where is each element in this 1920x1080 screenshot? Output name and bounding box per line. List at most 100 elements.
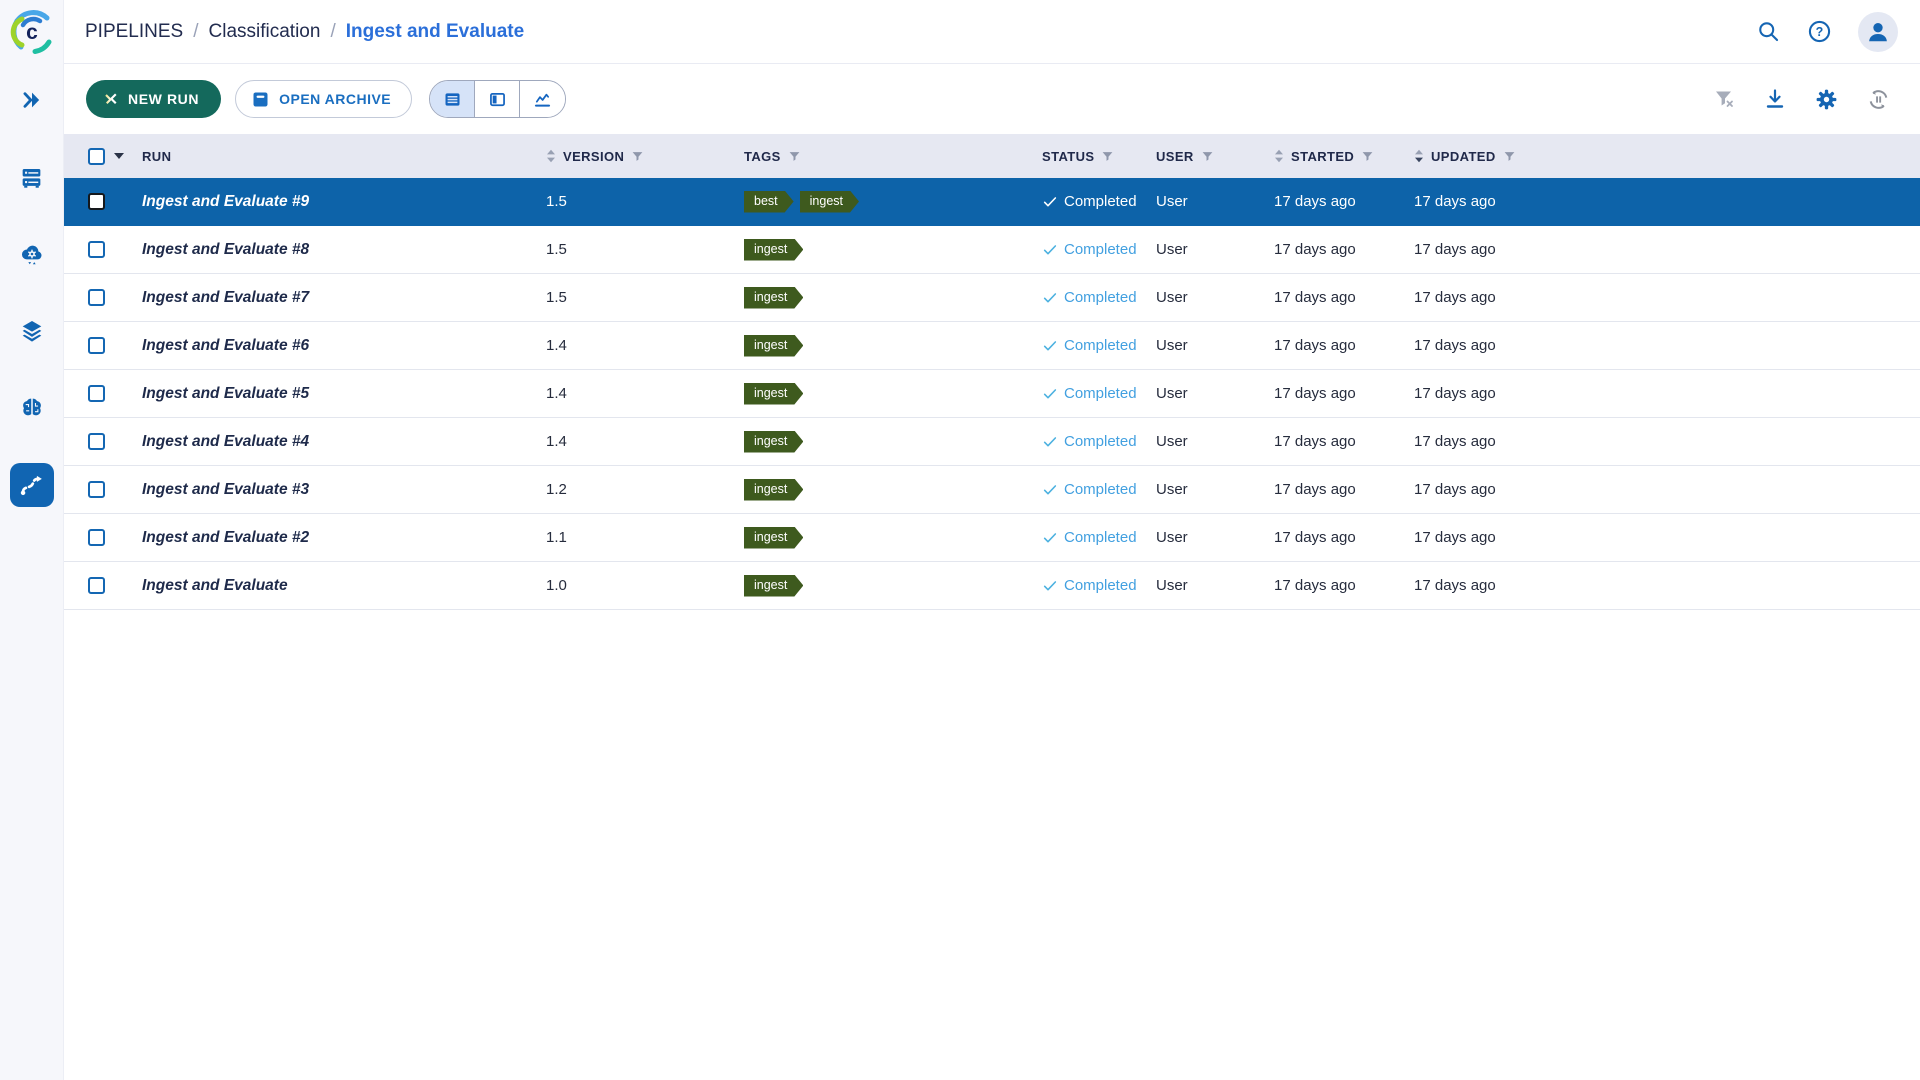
sidebar-item-pipelines[interactable] bbox=[10, 463, 54, 507]
clearml-logo[interactable]: c bbox=[0, 0, 64, 64]
started-cell: 17 days ago bbox=[1270, 433, 1410, 450]
column-label-version: VERSION bbox=[563, 149, 624, 164]
filter-icon[interactable] bbox=[1101, 150, 1114, 163]
select-menu-caret-icon[interactable] bbox=[114, 153, 124, 159]
row-checkbox[interactable] bbox=[88, 433, 105, 450]
table-row[interactable]: Ingest and Evaluate #2 1.1 ingest Comple… bbox=[64, 514, 1920, 562]
breadcrumb-project[interactable]: Classification bbox=[209, 21, 321, 43]
row-checkbox[interactable] bbox=[88, 481, 105, 498]
filter-icon[interactable] bbox=[1361, 150, 1374, 163]
new-run-button[interactable]: NEW RUN bbox=[86, 80, 221, 118]
toolbar: NEW RUN OPEN ARCHIVE bbox=[64, 64, 1920, 134]
column-header-started[interactable]: STARTED bbox=[1270, 149, 1410, 164]
filter-icon[interactable] bbox=[788, 150, 801, 163]
column-header-version[interactable]: VERSION bbox=[542, 149, 740, 164]
user-cell: User bbox=[1152, 577, 1270, 594]
sort-icon[interactable] bbox=[1274, 149, 1284, 163]
row-checkbox[interactable] bbox=[88, 289, 105, 306]
archive-icon bbox=[250, 89, 271, 110]
tag-ingest: ingest bbox=[744, 479, 803, 501]
started-cell: 17 days ago bbox=[1270, 529, 1410, 546]
status-cell: Completed bbox=[1038, 241, 1152, 258]
row-checkbox[interactable] bbox=[88, 193, 105, 210]
user-avatar[interactable] bbox=[1858, 12, 1898, 52]
user-cell: User bbox=[1152, 241, 1270, 258]
row-checkbox[interactable] bbox=[88, 385, 105, 402]
run-name[interactable]: Ingest and Evaluate #5 bbox=[142, 385, 309, 403]
auto-refresh-button[interactable] bbox=[1866, 87, 1891, 112]
sidebar-item-datasets[interactable] bbox=[10, 309, 54, 353]
completed-check-icon bbox=[1042, 482, 1058, 498]
help-button[interactable]: ? bbox=[1807, 19, 1832, 44]
run-cell: Ingest and Evaluate #5 bbox=[126, 385, 542, 403]
sidebar-item-workers-queues[interactable] bbox=[10, 155, 54, 199]
filter-icon[interactable] bbox=[1503, 150, 1516, 163]
filter-icon[interactable] bbox=[1201, 150, 1214, 163]
table-view-button[interactable] bbox=[430, 81, 475, 117]
table-row[interactable]: Ingest and Evaluate #7 1.5 ingest Comple… bbox=[64, 274, 1920, 322]
tags-cell: ingest bbox=[740, 431, 1038, 453]
row-select-cell bbox=[64, 289, 126, 306]
completed-check-icon bbox=[1042, 530, 1058, 546]
sidebar-item-projects[interactable] bbox=[10, 78, 54, 122]
user-cell: User bbox=[1152, 433, 1270, 450]
sort-desc-icon[interactable] bbox=[1414, 149, 1424, 163]
table-row[interactable]: Ingest and Evaluate 1.0 ingest Completed… bbox=[64, 562, 1920, 610]
column-label-run: RUN bbox=[142, 149, 171, 164]
breadcrumb-pipelines[interactable]: PIPELINES bbox=[85, 21, 183, 43]
run-name[interactable]: Ingest and Evaluate #3 bbox=[142, 481, 309, 499]
table-row[interactable]: Ingest and Evaluate #5 1.4 ingest Comple… bbox=[64, 370, 1920, 418]
column-label-tags: TAGS bbox=[744, 149, 781, 164]
row-select-cell bbox=[64, 529, 126, 546]
sidebar-item-serving[interactable] bbox=[10, 232, 54, 276]
user-icon bbox=[1865, 19, 1891, 45]
sidebar-item-models[interactable] bbox=[10, 386, 54, 430]
run-name[interactable]: Ingest and Evaluate #8 bbox=[142, 241, 309, 259]
open-archive-button[interactable]: OPEN ARCHIVE bbox=[235, 80, 412, 118]
metrics-view-button[interactable] bbox=[520, 81, 565, 117]
run-name[interactable]: Ingest and Evaluate #7 bbox=[142, 289, 309, 307]
column-header-status[interactable]: STATUS bbox=[1038, 149, 1152, 164]
table-row[interactable]: Ingest and Evaluate #9 1.5 bestingest Co… bbox=[64, 178, 1920, 226]
column-header-run[interactable]: RUN bbox=[126, 149, 542, 164]
table-row[interactable]: Ingest and Evaluate #3 1.2 ingest Comple… bbox=[64, 466, 1920, 514]
search-button[interactable] bbox=[1756, 19, 1781, 44]
version-cell: 1.4 bbox=[542, 433, 740, 450]
run-name[interactable]: Ingest and Evaluate #2 bbox=[142, 529, 309, 547]
started-cell: 17 days ago bbox=[1270, 385, 1410, 402]
split-view-button[interactable] bbox=[475, 81, 520, 117]
download-button[interactable] bbox=[1763, 87, 1787, 111]
column-header-user[interactable]: USER bbox=[1152, 149, 1270, 164]
completed-check-icon bbox=[1042, 338, 1058, 354]
run-name[interactable]: Ingest and Evaluate #9 bbox=[142, 193, 309, 211]
column-label-status: STATUS bbox=[1042, 149, 1094, 164]
run-name[interactable]: Ingest and Evaluate #6 bbox=[142, 337, 309, 355]
row-checkbox[interactable] bbox=[88, 577, 105, 594]
run-name[interactable]: Ingest and Evaluate bbox=[142, 577, 288, 595]
table-row[interactable]: Ingest and Evaluate #8 1.5 ingest Comple… bbox=[64, 226, 1920, 274]
column-header-updated[interactable]: UPDATED bbox=[1410, 149, 1920, 164]
column-label-user: USER bbox=[1156, 149, 1194, 164]
auto-refresh-icon bbox=[1866, 87, 1891, 112]
tag-ingest: ingest bbox=[744, 431, 803, 453]
pipelines-icon bbox=[18, 472, 45, 499]
tag-ingest: ingest bbox=[744, 335, 803, 357]
row-checkbox[interactable] bbox=[88, 337, 105, 354]
row-checkbox[interactable] bbox=[88, 241, 105, 258]
run-name[interactable]: Ingest and Evaluate #4 bbox=[142, 433, 309, 451]
table-row[interactable]: Ingest and Evaluate #6 1.4 ingest Comple… bbox=[64, 322, 1920, 370]
column-header-tags[interactable]: TAGS bbox=[740, 149, 1038, 164]
column-label-updated: UPDATED bbox=[1431, 149, 1496, 164]
settings-button[interactable] bbox=[1814, 87, 1839, 112]
user-cell: User bbox=[1152, 337, 1270, 354]
updated-cell: 17 days ago bbox=[1410, 577, 1920, 594]
select-all-checkbox[interactable] bbox=[88, 148, 105, 165]
svg-text:?: ? bbox=[1816, 25, 1824, 39]
row-checkbox[interactable] bbox=[88, 529, 105, 546]
filter-icon[interactable] bbox=[631, 150, 644, 163]
status-cell: Completed bbox=[1038, 577, 1152, 594]
table-row[interactable]: Ingest and Evaluate #4 1.4 ingest Comple… bbox=[64, 418, 1920, 466]
clear-filters-button[interactable] bbox=[1712, 87, 1736, 111]
row-select-cell bbox=[64, 481, 126, 498]
sort-icon[interactable] bbox=[546, 149, 556, 163]
